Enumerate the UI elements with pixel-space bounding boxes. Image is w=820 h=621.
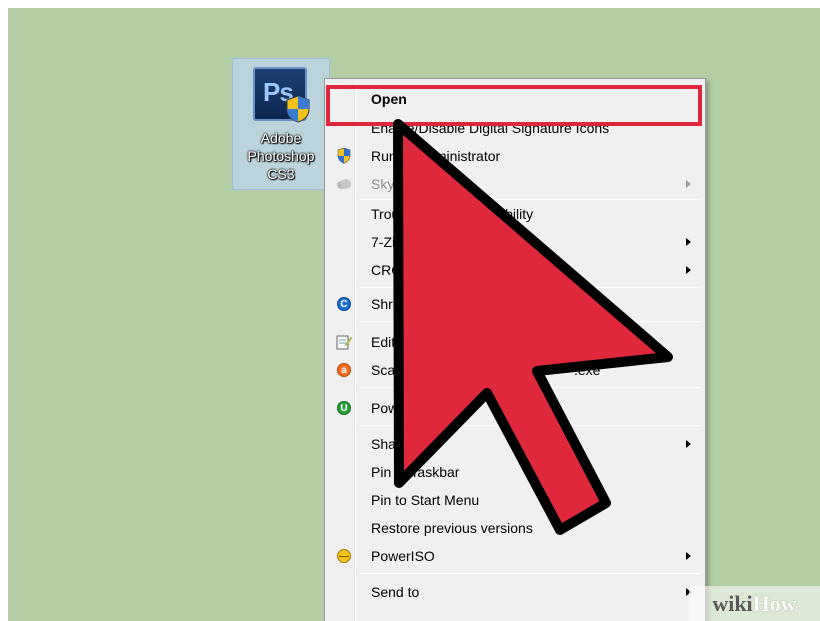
desktop: Ps Adobe Photoshop CS3 Open Enable/Disab… bbox=[8, 8, 820, 621]
menu-item-power[interactable]: U Power bbox=[327, 395, 703, 421]
label-line-3: CS3 bbox=[267, 166, 295, 182]
menu-item-label: Power bbox=[371, 400, 411, 416]
menu-item-label: Pin to Taskbar bbox=[371, 464, 460, 480]
submenu-arrow-icon bbox=[686, 238, 691, 246]
menu-item-label: CRC SHA bbox=[371, 262, 435, 278]
menu-item-skydrive[interactable]: SkyDrive bbox=[327, 171, 703, 197]
menu-item-label: SkyDrive bbox=[371, 176, 428, 192]
menu-item-restore-versions[interactable]: Restore previous versions bbox=[327, 515, 703, 541]
cloud-icon bbox=[335, 175, 353, 193]
menu-item-label: PowerISO bbox=[371, 548, 435, 564]
context-menu: Open Enable/Disable Digital Signature Ic… bbox=[324, 78, 706, 621]
menu-separator bbox=[359, 321, 701, 322]
menu-item-pin-start[interactable]: Pin to Start Menu bbox=[327, 487, 703, 513]
menu-item-send-to[interactable]: Send to bbox=[327, 579, 703, 605]
menu-item-scan[interactable]: a Scan .exe bbox=[327, 357, 703, 383]
wikihow-watermark: wiki How bbox=[689, 586, 820, 621]
menu-item-label: 7-Zip bbox=[371, 234, 403, 250]
photoshop-app-icon: Ps bbox=[253, 67, 310, 123]
menu-separator bbox=[359, 573, 701, 574]
menu-item-share-with[interactable]: Share with bbox=[327, 431, 703, 457]
menu-item-crc-sha[interactable]: CRC SHA bbox=[327, 257, 703, 283]
menu-item-pin-taskbar[interactable]: Pin to Taskbar bbox=[327, 459, 703, 485]
watermark-wiki: wiki bbox=[712, 590, 753, 616]
poweriso-icon: — bbox=[337, 549, 351, 563]
menu-item-label: Edit bbox=[371, 334, 396, 350]
submenu-arrow-icon bbox=[686, 440, 691, 448]
watermark-how: How bbox=[752, 590, 797, 616]
menu-item-label: Share with bbox=[371, 436, 438, 452]
ccleaner-icon: C bbox=[335, 295, 353, 313]
menu-item-7zip[interactable]: 7-Zip bbox=[327, 229, 703, 255]
notepad-icon bbox=[335, 333, 353, 351]
submenu-arrow-icon bbox=[686, 266, 691, 274]
menu-item-run-as-admin[interactable]: Run as administrator bbox=[327, 143, 703, 169]
menu-separator bbox=[359, 199, 701, 200]
menu-item-label: Pin to Start Menu bbox=[371, 492, 480, 508]
uac-shield-icon bbox=[286, 95, 310, 123]
menu-item-label: Run as administrator bbox=[371, 148, 501, 164]
menu-item-label: Troubleshoot compatibility bbox=[371, 206, 534, 222]
menu-item-shred[interactable]: C Shred bbox=[327, 291, 703, 317]
photoshop-desktop-icon[interactable]: Ps Adobe Photoshop CS3 bbox=[232, 58, 330, 190]
menu-item-edit[interactable]: Edit bbox=[327, 329, 703, 355]
open-highlight-box bbox=[326, 85, 702, 126]
menu-separator bbox=[359, 387, 701, 388]
powerup-icon: U bbox=[335, 399, 353, 417]
menu-separator bbox=[359, 287, 701, 288]
menu-item-label: Scan bbox=[371, 362, 403, 378]
menu-item-label: Shred bbox=[371, 296, 409, 312]
avast-icon: a bbox=[335, 361, 353, 379]
menu-separator bbox=[359, 425, 701, 426]
uac-shield-icon bbox=[335, 147, 353, 165]
submenu-arrow-icon bbox=[686, 180, 691, 188]
menu-item-label: Restore previous versions bbox=[371, 520, 533, 536]
desktop-icon-label: Adobe Photoshop CS3 bbox=[233, 129, 329, 183]
menu-item-troubleshoot[interactable]: Troubleshoot compatibility bbox=[327, 201, 703, 227]
label-line-1: Adobe bbox=[260, 130, 302, 146]
label-line-2: Photoshop bbox=[247, 148, 315, 164]
menu-item-poweriso[interactable]: — PowerISO bbox=[327, 543, 703, 569]
menu-item-label: Send to bbox=[371, 584, 420, 600]
submenu-arrow-icon bbox=[686, 552, 691, 560]
menu-item-suffix: .exe bbox=[574, 362, 601, 378]
